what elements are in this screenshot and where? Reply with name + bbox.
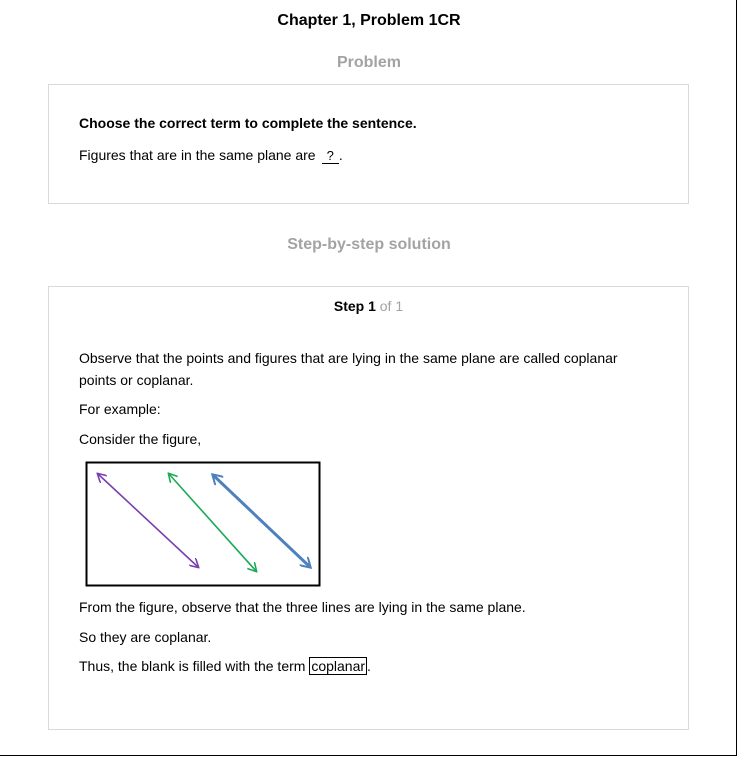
consider-label: Consider the figure, bbox=[79, 431, 202, 447]
problem-heading: Problem bbox=[336, 54, 401, 71]
page-title: Chapter 1, Problem 1CR bbox=[277, 12, 461, 29]
step-number: Step 1 bbox=[333, 298, 376, 314]
problem-sentence: Figures that are in the same plane are?. bbox=[79, 144, 343, 166]
figure-svg bbox=[85, 461, 321, 587]
explanation-line-1: Observe that the points and figures that… bbox=[79, 350, 618, 366]
problem-end-punct: . bbox=[338, 147, 343, 163]
figure-border bbox=[85, 461, 321, 587]
step-indicator: Step 1 of 1 bbox=[48, 298, 689, 314]
final-answer-line: Thus, the blank is filled with the term … bbox=[79, 655, 371, 677]
problem-instruction: Choose the correct term to complete the … bbox=[79, 115, 417, 131]
coplanar-lines-figure bbox=[85, 461, 325, 594]
final-answer-prefix: Thus, the blank is filled with the term bbox=[79, 658, 306, 674]
answer-blank: ? bbox=[321, 149, 339, 164]
example-label: For example: bbox=[79, 401, 161, 417]
observation-text: From the figure, observe that the three … bbox=[79, 599, 526, 615]
explanation-line-2: points or coplanar. bbox=[79, 372, 194, 388]
conclusion-text: So they are coplanar. bbox=[79, 629, 212, 645]
final-answer-suffix: . bbox=[367, 658, 371, 674]
problem-sentence-text: Figures that are in the same plane are bbox=[79, 147, 316, 163]
step-total: of 1 bbox=[379, 298, 404, 314]
solution-heading: Step-by-step solution bbox=[287, 236, 451, 253]
answer-term: coplanar bbox=[309, 657, 368, 675]
